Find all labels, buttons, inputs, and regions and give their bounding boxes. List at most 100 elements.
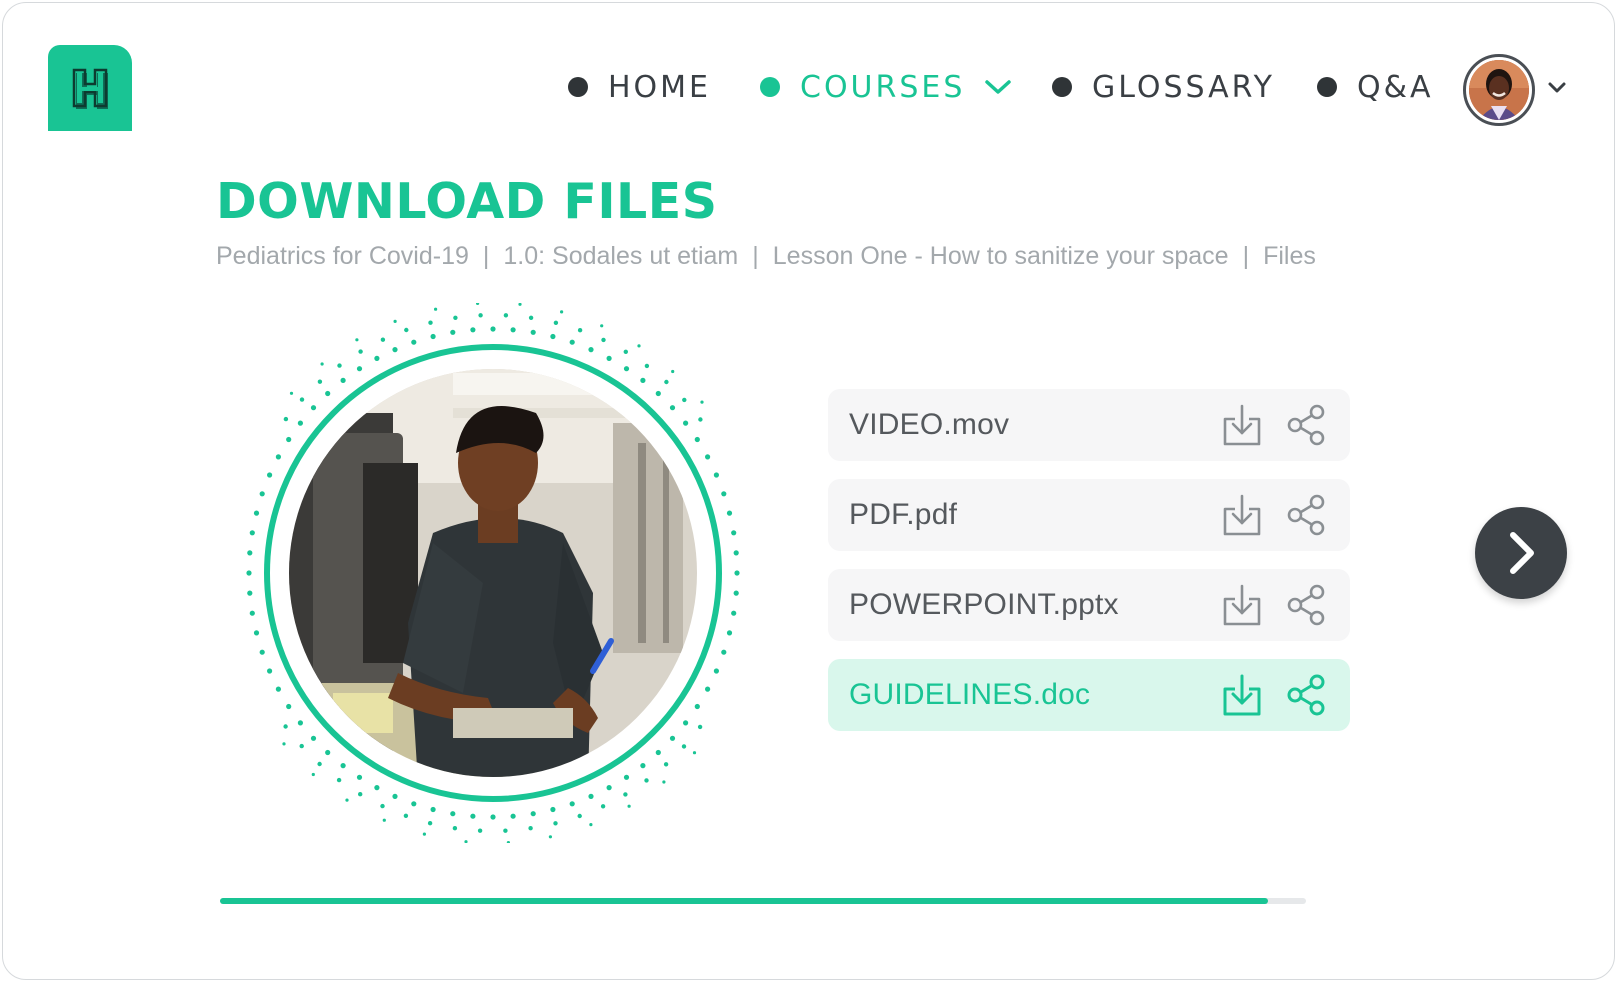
breadcrumb-separator: | (482, 242, 490, 270)
nav-item-home[interactable]: HOME (568, 61, 711, 113)
halo-dot (550, 806, 556, 813)
halo-dot (655, 749, 661, 756)
nav-item-courses[interactable]: COURSES (760, 61, 1012, 113)
halo-dot (569, 339, 575, 345)
halo-dot (721, 649, 727, 655)
halo-dot (640, 377, 646, 383)
halo-dot (550, 333, 556, 340)
chevron-down-icon[interactable] (1547, 81, 1567, 100)
halo-dot (253, 630, 260, 636)
halo-dot (259, 649, 265, 655)
halo-dot (560, 310, 564, 314)
halo-dot (623, 792, 628, 797)
share-icon[interactable] (1286, 493, 1326, 537)
halo-dot (249, 530, 255, 536)
halo-dot (374, 785, 380, 791)
halo-dot (640, 763, 646, 769)
halo-dot (506, 841, 510, 845)
halo-dot (548, 835, 552, 839)
halo-dot (275, 686, 281, 692)
nav-item-qa[interactable]: Q&A (1317, 61, 1434, 113)
halo-dot (553, 821, 558, 826)
halo-dot (249, 610, 255, 616)
avatar-photo (1469, 60, 1529, 120)
halo-dot (470, 327, 476, 333)
halo-dot (503, 828, 508, 833)
user-avatar[interactable] (1463, 54, 1535, 126)
halo-dot (464, 840, 468, 844)
breadcrumb-course[interactable]: Pediatrics for Covid-19 (216, 242, 469, 271)
halo-dot (267, 668, 273, 674)
halo-dot (434, 307, 438, 311)
file-row-powerpoint[interactable]: POWERPOINT.pptx (828, 569, 1350, 641)
download-icon[interactable] (1222, 493, 1262, 537)
next-button[interactable] (1475, 507, 1567, 599)
halo-dot (606, 785, 612, 791)
share-icon[interactable] (1286, 583, 1326, 627)
halo-dot (713, 472, 719, 478)
halo-dot (336, 777, 342, 783)
share-icon[interactable] (1286, 673, 1326, 717)
halo-dot (663, 762, 669, 767)
app-frame: HOME COURSES GLOSSARY Q&A DOWNLOAD FILES… (2, 2, 1615, 980)
file-name: VIDEO.mov (849, 408, 1010, 441)
halo-dot (713, 668, 719, 674)
halo-dot (664, 379, 669, 385)
halo-dot (382, 818, 386, 822)
halo-dot (247, 550, 253, 556)
download-icon[interactable] (1222, 673, 1262, 717)
halo-dot (246, 570, 252, 576)
halo-dot (470, 813, 476, 819)
breadcrumb-lesson[interactable]: Lesson One - How to sanitize your space (773, 242, 1229, 271)
halo-dot (655, 390, 661, 397)
file-row-pdf[interactable]: PDF.pdf (828, 479, 1350, 551)
halo-dot (669, 405, 676, 411)
halo-dot (683, 420, 689, 426)
chevron-right-icon (1510, 532, 1534, 574)
chevron-down-icon[interactable] (985, 79, 1012, 95)
halo-dot (282, 742, 286, 746)
nav-bullet-icon (760, 77, 780, 97)
halo-dot (340, 763, 346, 769)
nav-item-label: Q&A (1357, 69, 1434, 105)
halo-dot (478, 313, 483, 318)
breadcrumb: Pediatrics for Covid-19 | 1.0: Sodales u… (216, 242, 1316, 271)
halo-dot (299, 743, 304, 749)
breadcrumb-current: Files (1263, 242, 1316, 270)
halo-dot (490, 326, 496, 332)
download-icon[interactable] (1222, 403, 1262, 447)
halo-dot (476, 301, 480, 305)
halo-dot (694, 436, 700, 443)
breadcrumb-separator: | (752, 242, 759, 270)
halo-dot (453, 315, 458, 320)
halo-dot (286, 703, 292, 710)
halo-dot (337, 363, 342, 368)
halo-dot (253, 510, 260, 516)
file-actions (1222, 403, 1326, 447)
file-row-guidelines[interactable]: GUIDELINES.doc (828, 659, 1350, 731)
nav-bullet-icon (1317, 77, 1337, 97)
halo-dot (247, 590, 253, 596)
halo-dot (644, 778, 649, 783)
file-name: POWERPOINT.pptx (849, 588, 1119, 621)
nav-bullet-icon (1052, 77, 1072, 97)
file-row-video[interactable]: VIDEO.mov (828, 389, 1350, 461)
halo-dot (430, 806, 436, 813)
halo-dot (577, 813, 582, 819)
halo-dot (310, 405, 317, 411)
halo-dot (355, 338, 359, 342)
halo-dot (422, 832, 426, 836)
halo-dot (623, 366, 630, 372)
halo-dot (374, 355, 380, 361)
halo-dot (283, 724, 288, 729)
halo-dot (392, 793, 398, 799)
halo-dot (606, 355, 612, 361)
halo-dot (356, 774, 363, 780)
nav-item-label: HOME (608, 69, 712, 105)
nav-item-glossary[interactable]: GLOSSARY (1052, 61, 1275, 113)
breadcrumb-module[interactable]: 1.0: Sodales ut etiam (503, 242, 738, 271)
download-icon[interactable] (1222, 583, 1262, 627)
share-icon[interactable] (1286, 403, 1326, 447)
nav-bullet-icon (568, 77, 588, 97)
nav-item-label: COURSES (800, 69, 966, 105)
